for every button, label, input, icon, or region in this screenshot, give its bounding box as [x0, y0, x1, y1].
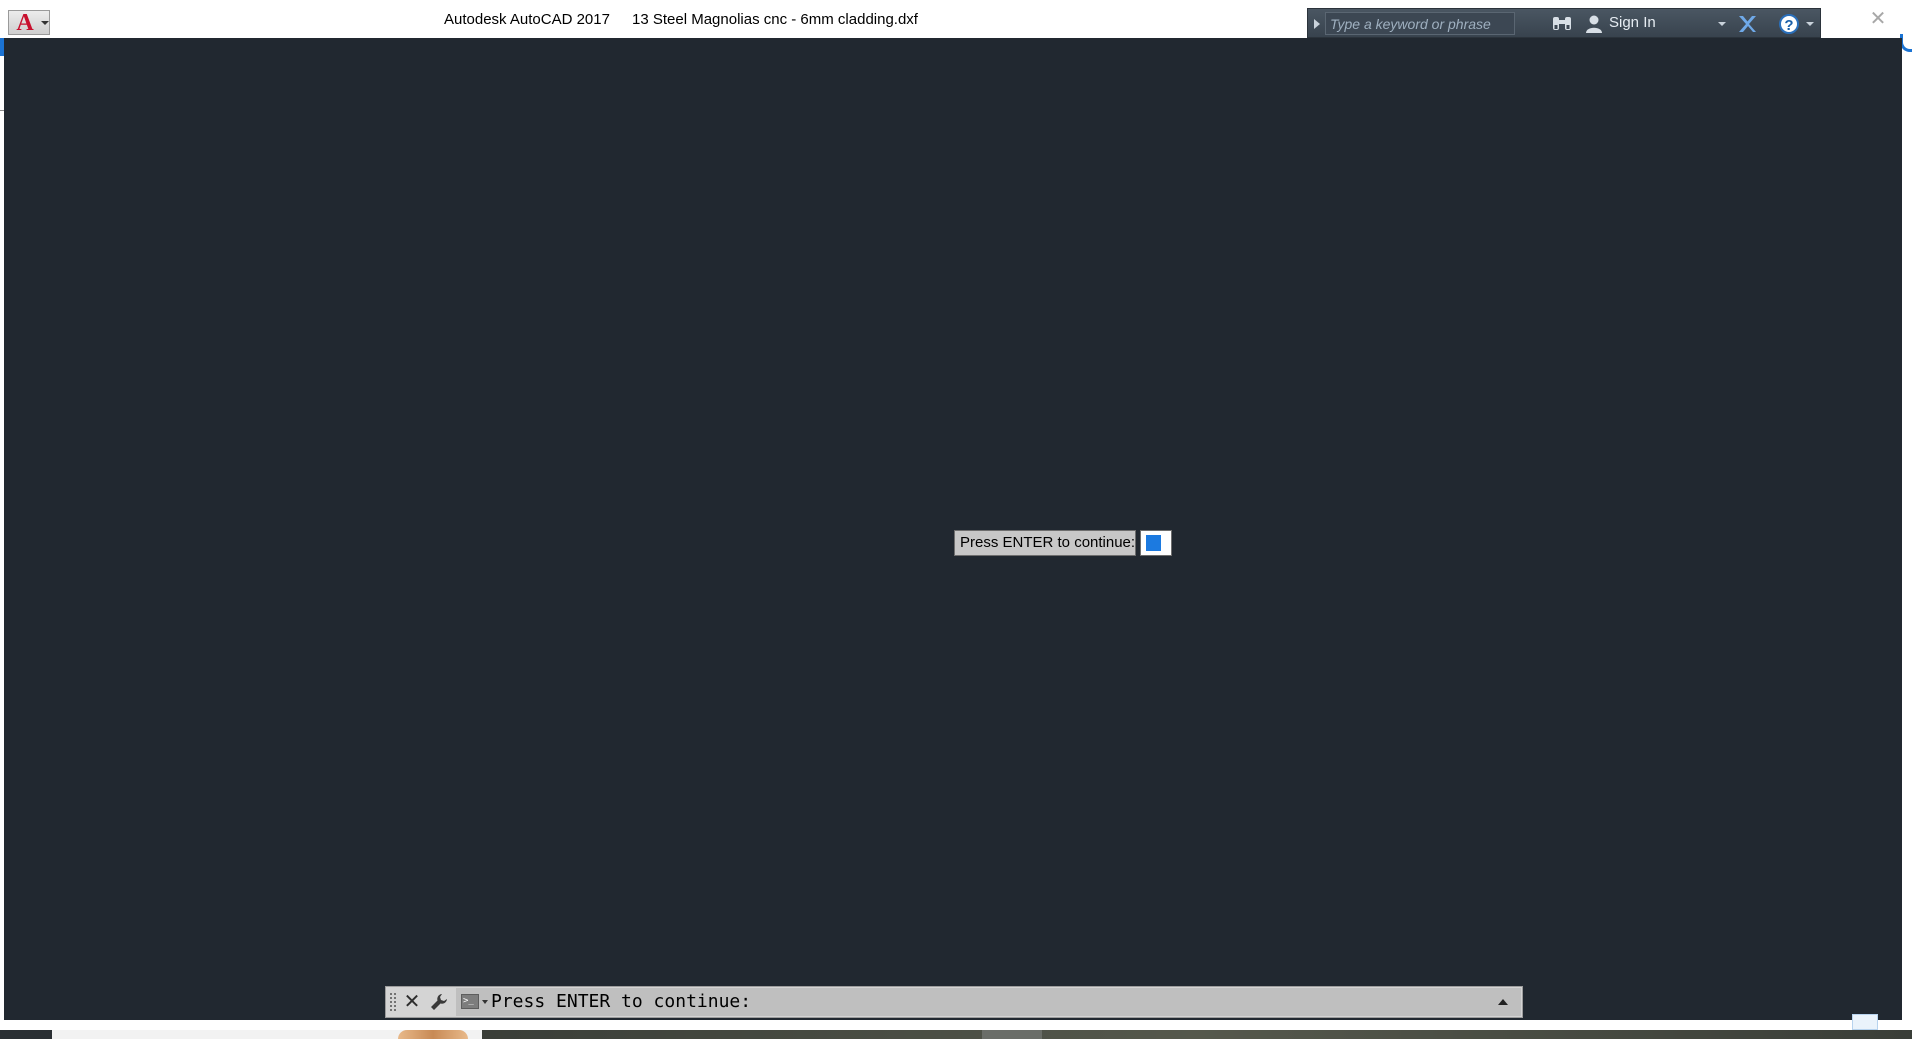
- taskbar-active-item[interactable]: [982, 1030, 1042, 1039]
- expand-arrow-icon[interactable]: [1314, 19, 1320, 29]
- autocad-logo-icon: A: [16, 9, 34, 36]
- dynamic-input-prompt: Press ENTER to continue:: [954, 530, 1136, 556]
- wrench-icon[interactable]: [429, 992, 449, 1012]
- title-bar: A Autodesk AutoCAD 2017 13 Steel Magnoli…: [0, 0, 1912, 38]
- chevron-down-icon[interactable]: [1806, 22, 1814, 26]
- command-input[interactable]: >_ Press ENTER to continue:: [456, 988, 1521, 1016]
- chevron-down-icon[interactable]: [1718, 22, 1726, 26]
- window-title-file: 13 Steel Magnolias cnc - 6mm cladding.dx…: [632, 11, 918, 28]
- infocenter-toolbar: Sign In ?: [1307, 8, 1821, 38]
- notification-icon[interactable]: [1852, 1014, 1878, 1030]
- chevron-down-icon: [41, 20, 49, 25]
- command-prompt-icon[interactable]: >_: [461, 994, 479, 1009]
- close-icon[interactable]: ✕: [1864, 6, 1892, 32]
- application-menu-button[interactable]: A: [8, 10, 50, 35]
- taskbar-segment: [482, 1030, 1912, 1039]
- help-icon[interactable]: ?: [1779, 14, 1799, 34]
- binoculars-icon[interactable]: [1551, 15, 1573, 33]
- exchange-x-icon[interactable]: [1736, 14, 1758, 34]
- drawing-canvas[interactable]: [4, 38, 1902, 1020]
- search-input[interactable]: [1325, 12, 1515, 35]
- input-caret: [1146, 535, 1161, 551]
- close-icon[interactable]: ✕: [401, 990, 423, 1014]
- dynamic-input-field[interactable]: [1140, 530, 1172, 556]
- chevron-down-icon[interactable]: [482, 1000, 488, 1004]
- window-title-product: Autodesk AutoCAD 2017: [444, 11, 610, 28]
- chevron-up-icon[interactable]: [1498, 999, 1508, 1005]
- sign-in-button[interactable]: Sign In: [1609, 14, 1656, 31]
- command-prompt-text: Press ENTER to continue:: [491, 991, 752, 1012]
- taskbar-thumbnail[interactable]: [398, 1030, 468, 1039]
- grip-handle-icon[interactable]: [389, 992, 397, 1012]
- command-line: ✕ >_ Press ENTER to continue:: [385, 986, 1523, 1018]
- user-icon[interactable]: [1584, 14, 1604, 34]
